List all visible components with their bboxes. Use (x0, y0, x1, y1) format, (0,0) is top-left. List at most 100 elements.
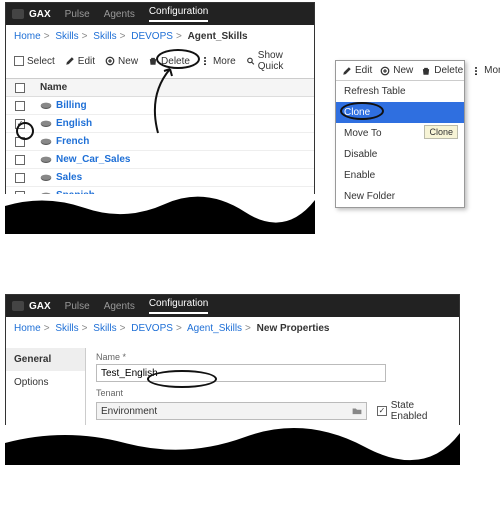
trash-icon (421, 66, 431, 76)
checkbox-icon (14, 56, 24, 66)
showquick-label: Show Quick (258, 50, 306, 72)
dd-new[interactable]: New (380, 65, 413, 76)
top-nav-2: GAX Pulse Agents Configuration (6, 295, 459, 317)
skill-icon (40, 155, 52, 165)
folder-icon (352, 406, 362, 416)
delete-button[interactable]: Delete (148, 56, 190, 67)
row-name[interactable]: New_Car_Sales (34, 154, 314, 165)
row-name[interactable]: French (34, 136, 314, 147)
tab-general[interactable]: General (6, 348, 85, 371)
select-label: Select (27, 56, 55, 67)
tooltip: Clone (424, 125, 458, 139)
trash-icon (148, 56, 158, 66)
table-header: Name (6, 79, 314, 97)
more-button[interactable]: More (200, 56, 236, 67)
dd-more[interactable]: More (471, 65, 500, 76)
more-dropdown: Edit New Delete More Refresh TableCloneM… (335, 60, 465, 208)
brand-text: GAX (29, 301, 51, 312)
nav-agents-2[interactable]: Agents (104, 301, 135, 312)
crumb-skills[interactable]: Skills (55, 31, 78, 42)
edit-button[interactable]: Edit (65, 56, 95, 67)
table-row[interactable]: Sales (6, 169, 314, 187)
state-enabled[interactable]: State Enabled (377, 400, 449, 422)
menu-item-refresh-table[interactable]: Refresh Table (336, 81, 464, 102)
header-checkbox[interactable] (15, 83, 25, 93)
brand-icon (12, 9, 24, 19)
dd-delete[interactable]: Delete (421, 65, 463, 76)
row-name[interactable]: Billing (34, 100, 314, 111)
nav-configuration-2[interactable]: Configuration (149, 298, 208, 314)
row-checkbox[interactable] (15, 155, 25, 165)
crumb-skills2[interactable]: Skills (93, 31, 116, 42)
crumb2-skills2[interactable]: Skills (93, 323, 116, 334)
brand-icon (12, 301, 24, 311)
crumb2-agentskills[interactable]: Agent_Skills (187, 323, 242, 334)
table-row[interactable]: English (6, 115, 314, 133)
row-checkbox[interactable] (15, 101, 25, 111)
row-checkbox[interactable] (15, 173, 25, 183)
nav-pulse-2[interactable]: Pulse (65, 301, 90, 312)
nav-pulse[interactable]: Pulse (65, 9, 90, 20)
menu-item-new-folder[interactable]: New Folder (336, 186, 464, 207)
magnify-icon (246, 56, 255, 66)
tenant-input[interactable]: Environment (96, 402, 367, 420)
checkbox-icon (377, 406, 386, 416)
skill-icon (40, 137, 52, 147)
torn-edge (5, 194, 315, 234)
tenant-label: Tenant (96, 388, 449, 398)
row-name[interactable]: English (34, 118, 314, 129)
tenant-value: Environment (101, 406, 157, 417)
toolbar: Select Edit New Delete More Show Quick (6, 48, 314, 78)
menu-item-clone[interactable]: Clone (336, 102, 464, 123)
nav-configuration[interactable]: Configuration (149, 6, 208, 22)
kebab-icon (200, 56, 210, 66)
table-row[interactable]: New_Car_Sales (6, 151, 314, 169)
nav-agents[interactable]: Agents (104, 9, 135, 20)
crumb-home[interactable]: Home (14, 31, 41, 42)
pencil-icon (342, 66, 352, 76)
crumb2-newprops: New Properties (257, 323, 330, 334)
row-checkbox[interactable] (15, 119, 25, 129)
row-name[interactable]: Sales (34, 172, 314, 183)
name-label: Name * (96, 352, 449, 362)
dropdown-toolbar: Edit New Delete More (336, 61, 464, 81)
skills-list-panel: GAX Pulse Agents Configuration Home> Ski… (5, 2, 315, 234)
row-checkbox[interactable] (15, 137, 25, 147)
crumb-agentskills: Agent_Skills (188, 31, 248, 42)
table-row[interactable]: French (6, 133, 314, 151)
skill-icon (40, 173, 52, 183)
new-properties-panel: GAX Pulse Agents Configuration Home> Ski… (5, 294, 460, 465)
top-nav: GAX Pulse Agents Configuration (6, 3, 314, 25)
showquick-button[interactable]: Show Quick (246, 50, 306, 72)
name-input[interactable] (96, 364, 386, 382)
crumb-devops[interactable]: DEVOPS (131, 31, 173, 42)
more-label: More (213, 56, 236, 67)
select-button[interactable]: Select (14, 56, 55, 67)
delete-label: Delete (161, 56, 190, 67)
skill-icon (40, 119, 52, 129)
brand-2: GAX (12, 301, 51, 312)
brand-text: GAX (29, 9, 51, 20)
new-button[interactable]: New (105, 56, 138, 67)
breadcrumb-2: Home> Skills> Skills> DEVOPS> Agent_Skil… (6, 317, 459, 340)
tab-options[interactable]: Options (6, 371, 85, 394)
new-label: New (118, 56, 138, 67)
state-label: State Enabled (391, 400, 449, 422)
plus-circle-icon (380, 66, 390, 76)
torn-edge-2 (5, 425, 460, 465)
brand: GAX (12, 9, 51, 20)
table-row[interactable]: Billing (6, 97, 314, 115)
column-name[interactable]: Name (34, 82, 314, 93)
plus-circle-icon (105, 56, 115, 66)
crumb2-skills[interactable]: Skills (55, 323, 78, 334)
pencil-icon (65, 56, 75, 66)
menu-item-enable[interactable]: Enable (336, 165, 464, 186)
crumb2-devops[interactable]: DEVOPS (131, 323, 173, 334)
crumb2-home[interactable]: Home (14, 323, 41, 334)
menu-item-move-to[interactable]: Move ToClone (336, 123, 464, 144)
dd-edit[interactable]: Edit (342, 65, 372, 76)
menu-item-disable[interactable]: Disable (336, 144, 464, 165)
skill-icon (40, 101, 52, 111)
breadcrumb: Home> Skills> Skills> DEVOPS> Agent_Skil… (6, 25, 314, 48)
edit-label: Edit (78, 56, 95, 67)
